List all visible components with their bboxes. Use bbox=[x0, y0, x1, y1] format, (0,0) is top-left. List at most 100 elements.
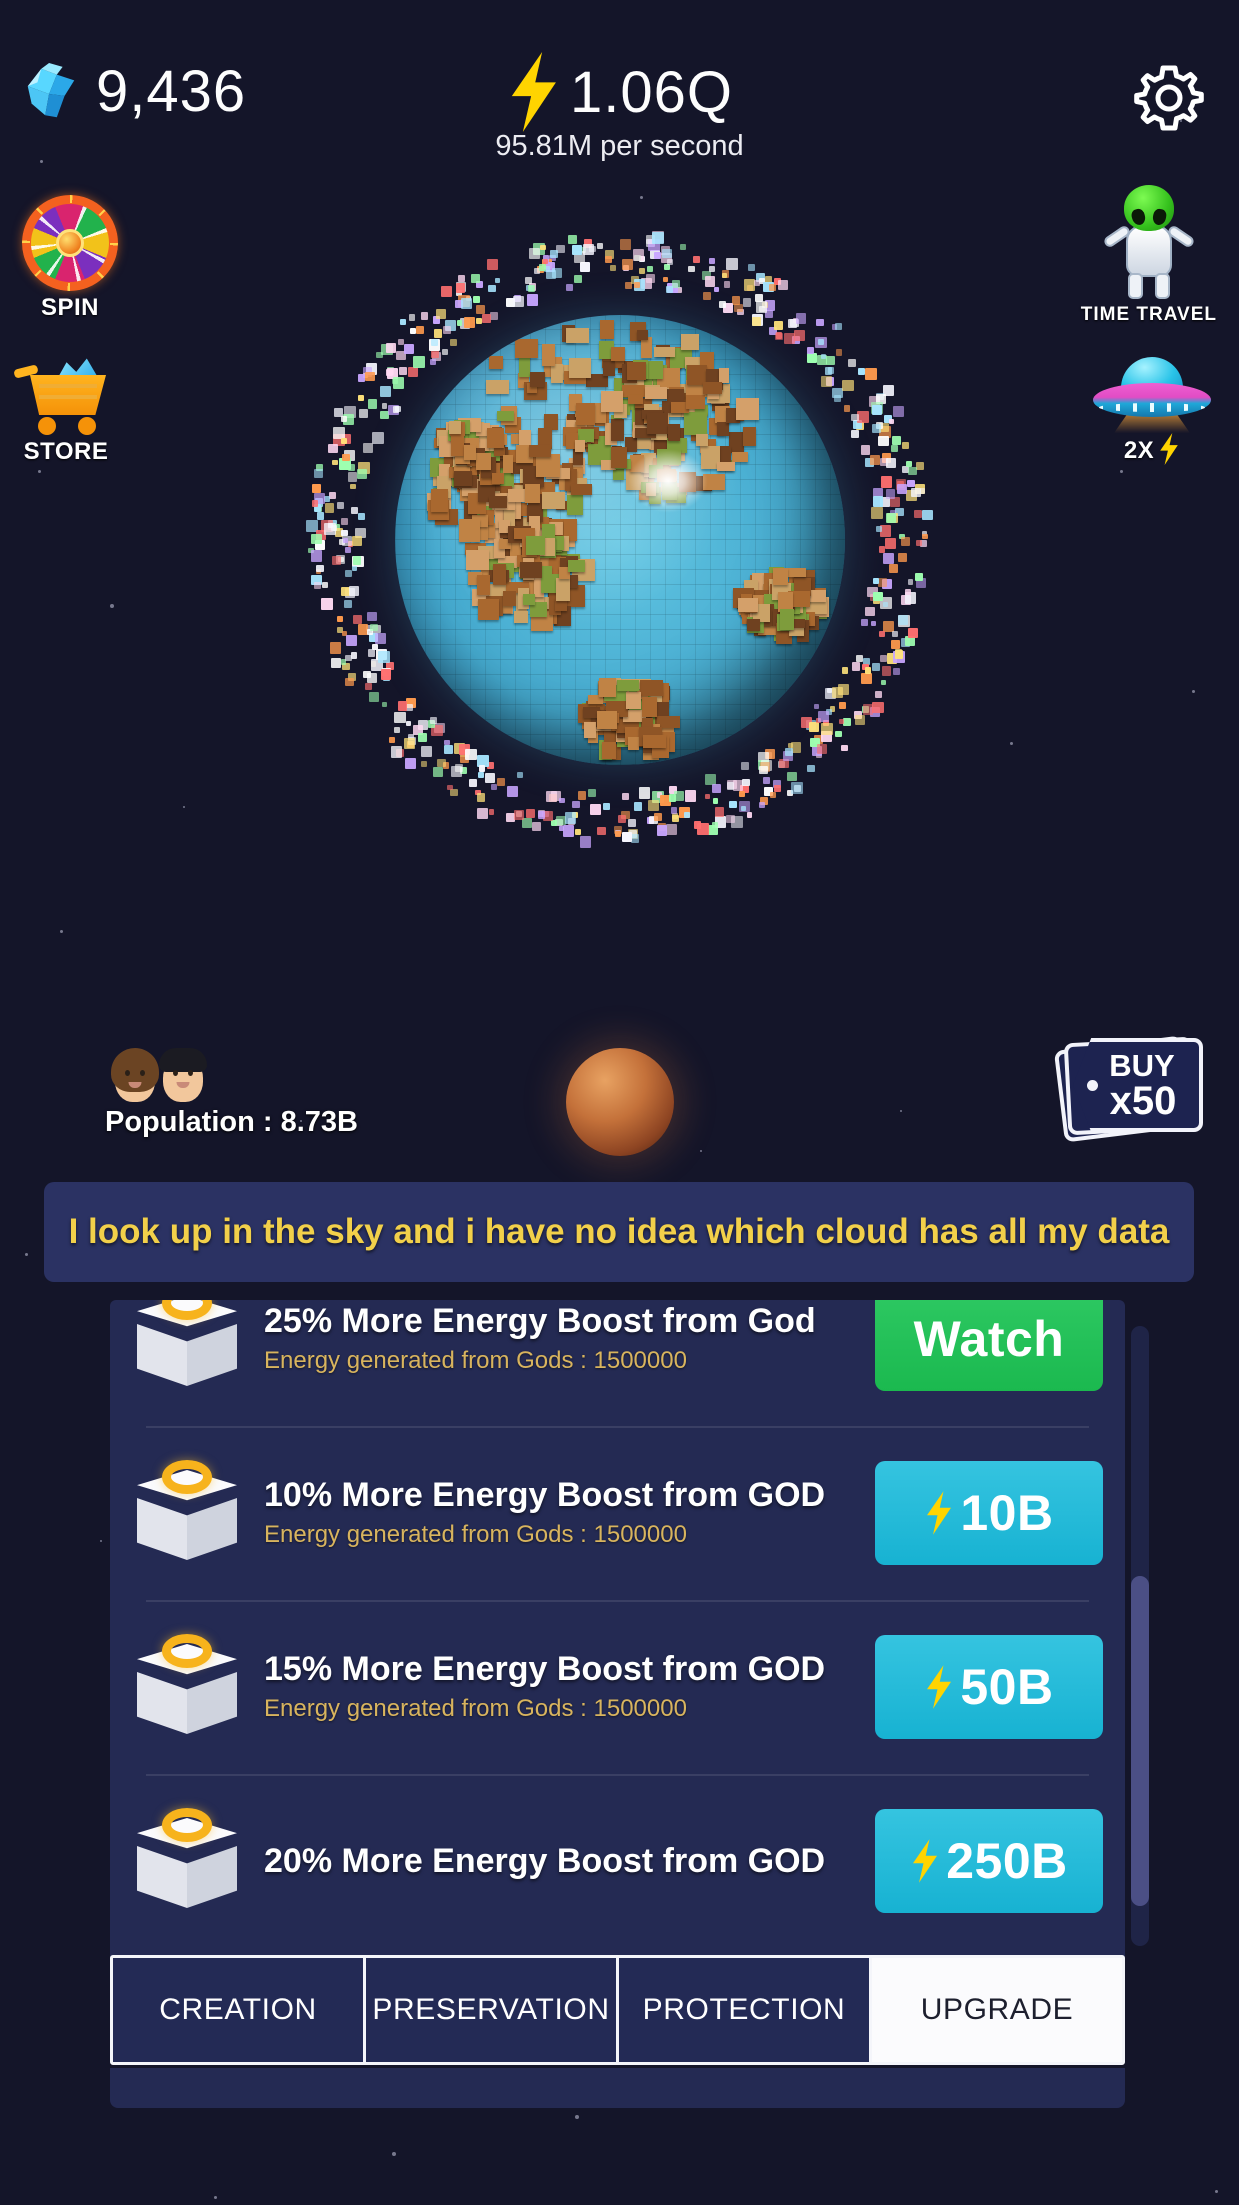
orbit-particle bbox=[317, 512, 324, 519]
terrain-voxel bbox=[492, 473, 504, 484]
settings-button[interactable] bbox=[1129, 58, 1209, 138]
god-cube-icon bbox=[128, 1802, 246, 1920]
orbit-particle bbox=[908, 579, 913, 584]
orbit-particle bbox=[879, 631, 885, 637]
orbit-particle bbox=[898, 615, 908, 625]
orbit-particle bbox=[476, 305, 485, 314]
alien-astronaut-icon bbox=[1107, 185, 1191, 301]
orbit-particle bbox=[633, 249, 645, 261]
terrain-voxel bbox=[454, 471, 473, 486]
buy-upgrade-button[interactable]: 10B bbox=[875, 1461, 1103, 1565]
terrain-voxel bbox=[637, 330, 647, 340]
terrain-voxel bbox=[478, 599, 499, 619]
terrain-voxel bbox=[809, 590, 826, 602]
orbit-particle bbox=[337, 616, 343, 622]
orbit-particle bbox=[693, 256, 701, 264]
star bbox=[183, 806, 185, 808]
orbit-particle bbox=[456, 283, 466, 293]
quote-banner: I look up in the sky and i have no idea … bbox=[44, 1182, 1194, 1282]
upgrade-row[interactable]: 20% More Energy Boost from GOD 250B bbox=[110, 1774, 1125, 1948]
orbit-particle bbox=[341, 530, 348, 537]
store-button[interactable]: STORE bbox=[14, 355, 118, 466]
orbit-particle bbox=[857, 411, 869, 423]
upgrade-row[interactable]: 10% More Energy Boost from GOD Energy gen… bbox=[110, 1426, 1125, 1600]
terrain-voxel bbox=[628, 395, 643, 405]
star bbox=[38, 470, 41, 473]
terrain-voxel bbox=[645, 387, 667, 399]
orbit-particle bbox=[883, 602, 888, 607]
orbit-particle bbox=[461, 298, 472, 309]
orbit-particle bbox=[337, 502, 344, 509]
upgrade-row[interactable]: 25% More Energy Boost from God Energy gen… bbox=[110, 1300, 1125, 1426]
orbit-particle bbox=[517, 772, 523, 778]
orbit-particle bbox=[597, 827, 606, 836]
scrollbar-thumb[interactable] bbox=[1131, 1576, 1149, 1906]
terrain-voxel bbox=[431, 489, 448, 512]
tab-label: UPGRADE bbox=[921, 1993, 1074, 2027]
time-travel-button[interactable]: TIME TRAVEL bbox=[1081, 185, 1217, 326]
orbit-particle bbox=[734, 304, 742, 312]
store-label: STORE bbox=[24, 438, 109, 466]
orbit-particle bbox=[597, 243, 603, 249]
orbit-particle bbox=[889, 564, 898, 573]
orbit-particle bbox=[739, 791, 746, 798]
planet-area[interactable] bbox=[310, 230, 930, 850]
terrain-voxel bbox=[654, 347, 675, 357]
terrain-voxel bbox=[476, 453, 491, 470]
orbit-particle bbox=[769, 284, 776, 291]
spin-button[interactable]: SPIN bbox=[22, 195, 118, 322]
buy-upgrade-button[interactable]: 50B bbox=[875, 1635, 1103, 1739]
orbit-particle bbox=[871, 621, 876, 626]
orbit-particle bbox=[372, 432, 384, 444]
upgrade-title: 10% More Energy Boost from GOD bbox=[264, 1477, 875, 1514]
orbit-particle bbox=[891, 640, 900, 649]
terrain-voxel bbox=[551, 364, 563, 384]
gem-counter[interactable]: 9,436 bbox=[20, 58, 246, 125]
orbit-particle bbox=[807, 765, 814, 772]
terrain-voxel bbox=[519, 354, 530, 377]
tab-protection[interactable]: PROTECTION bbox=[619, 1958, 869, 2062]
orbit-particle bbox=[908, 628, 917, 637]
orbit-particle bbox=[872, 424, 881, 433]
orbit-particle bbox=[556, 816, 565, 825]
boost-2x-button[interactable]: 2X bbox=[1093, 355, 1211, 465]
upgrade-list[interactable]: 25% More Energy Boost from God Energy gen… bbox=[110, 1300, 1125, 1965]
tab-creation[interactable]: CREATION bbox=[113, 1958, 363, 2062]
orbit-particle bbox=[479, 765, 485, 771]
orbit-particle bbox=[321, 598, 333, 610]
lightning-bolt-icon bbox=[924, 1664, 954, 1710]
buy-x50-button[interactable]: BUY x50 bbox=[1059, 1035, 1209, 1147]
upgrade-text: 10% More Energy Boost from GOD Energy gen… bbox=[264, 1477, 875, 1549]
orbit-particle bbox=[380, 386, 391, 397]
buy-upgrade-button[interactable]: 250B bbox=[875, 1809, 1103, 1913]
terrain-voxel bbox=[459, 519, 480, 542]
orbit-particle bbox=[495, 278, 500, 283]
mars-planet[interactable] bbox=[566, 1048, 674, 1156]
terrain-voxel bbox=[684, 412, 707, 435]
orbit-particle bbox=[652, 232, 664, 244]
orbit-particle bbox=[743, 298, 751, 306]
star bbox=[1010, 742, 1013, 745]
upgrade-row[interactable]: 15% More Energy Boost from GOD Energy gen… bbox=[110, 1600, 1125, 1774]
orbit-particle bbox=[489, 809, 495, 815]
orbit-particle bbox=[350, 484, 355, 489]
orbit-particle bbox=[666, 824, 677, 835]
tab-upgrade[interactable]: UPGRADE bbox=[872, 1958, 1122, 2062]
watch-ad-button[interactable]: Watch bbox=[875, 1300, 1103, 1391]
list-scrollbar[interactable] bbox=[1131, 1326, 1149, 1946]
orbit-particle bbox=[922, 534, 927, 539]
orbit-particle bbox=[528, 285, 535, 292]
terrain-voxel bbox=[530, 372, 545, 387]
upgrade-subtitle: Energy generated from Gods : 1500000 bbox=[264, 1695, 875, 1723]
terrain-voxel bbox=[717, 462, 735, 471]
tab-bar[interactable]: CREATION PRESERVATION PROTECTION UPGRADE bbox=[110, 1955, 1125, 2065]
orbit-particle bbox=[774, 785, 781, 792]
orbit-particle bbox=[634, 282, 640, 288]
orbit-particle bbox=[563, 825, 575, 837]
tab-preservation[interactable]: PRESERVATION bbox=[366, 1958, 616, 2062]
orbit-particle bbox=[916, 462, 924, 470]
terrain-voxel bbox=[515, 339, 538, 358]
orbit-particle bbox=[861, 445, 871, 455]
voxel-earth[interactable] bbox=[395, 315, 845, 765]
terrain-voxel bbox=[599, 678, 615, 697]
